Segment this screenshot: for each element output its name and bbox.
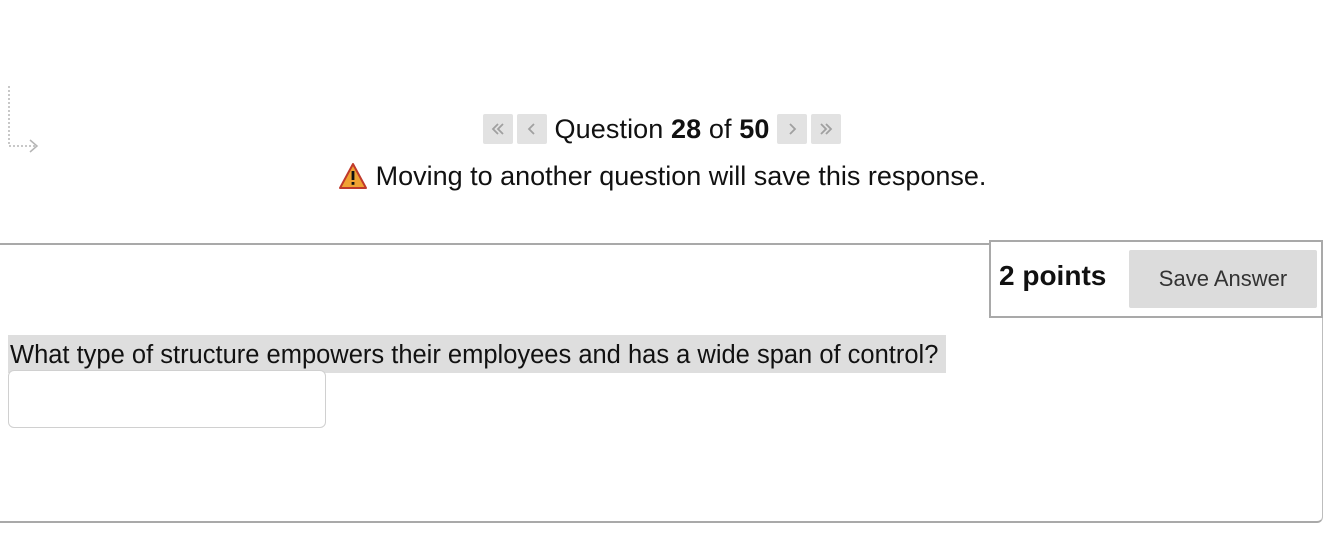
chevron-left-icon bbox=[527, 123, 535, 135]
of-label: of bbox=[708, 113, 732, 144]
previous-question-button[interactable] bbox=[516, 114, 547, 144]
warning-triangle-icon bbox=[338, 163, 367, 189]
question-text: What type of structure empowers their em… bbox=[8, 335, 947, 373]
question-panel: 2 points Save Answer What type of struct… bbox=[0, 240, 1323, 523]
next-question-button[interactable] bbox=[777, 114, 808, 144]
assessment-page: Question 28 of 50 Moving to another ques… bbox=[0, 0, 1324, 550]
points-box: 2 points Save Answer bbox=[989, 240, 1323, 318]
points-label: 2 points bbox=[999, 260, 1107, 291]
current-question-number: 28 bbox=[671, 113, 702, 144]
question-navigation: Question 28 of 50 bbox=[0, 112, 1324, 146]
double-chevron-left-icon bbox=[491, 123, 504, 135]
question-label: Question bbox=[554, 113, 664, 144]
question-counter: Question 28 of 50 bbox=[551, 114, 774, 145]
last-question-button[interactable] bbox=[811, 114, 842, 144]
total-questions: 50 bbox=[739, 113, 770, 144]
save-warning: Moving to another question will save thi… bbox=[0, 156, 1324, 196]
warning-text: Moving to another question will save thi… bbox=[375, 160, 987, 191]
chevron-right-icon bbox=[789, 123, 797, 135]
save-answer-button[interactable]: Save Answer bbox=[1129, 250, 1317, 308]
first-question-button[interactable] bbox=[482, 114, 513, 144]
answer-input[interactable] bbox=[8, 370, 326, 428]
double-chevron-right-icon bbox=[820, 123, 833, 135]
